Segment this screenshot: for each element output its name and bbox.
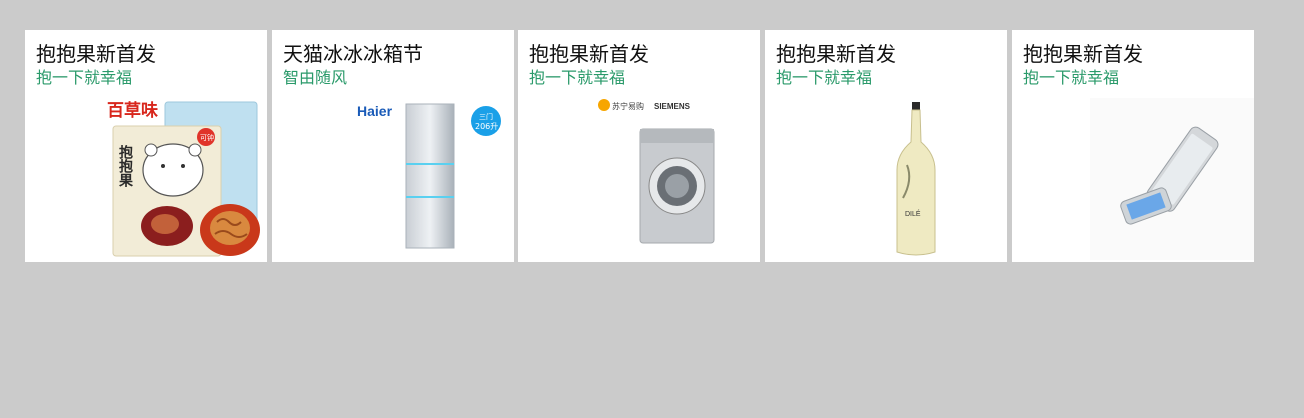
fridge-product-image: Haier 三门 206升 xyxy=(357,103,501,249)
wine-bottle-product-image: DILÉ xyxy=(896,102,936,256)
promo-card-washer[interactable]: 抱抱果新首发 抱一下就幸福 苏宁易购 SIEMENS xyxy=(518,30,760,262)
promo-card-snacks[interactable]: 抱抱果新首发 抱一下就幸福 百草味 抱抱果 可钟 xyxy=(25,30,267,262)
box-badge: 可钟 xyxy=(200,133,214,142)
bottle-label: DILÉ xyxy=(905,209,921,218)
brand-logo: 百草味 xyxy=(107,100,158,120)
capacity-badge-line2: 206升 xyxy=(475,122,498,131)
brand-logo: Haier xyxy=(357,103,393,119)
smartphone-product-image xyxy=(1090,98,1254,260)
capacity-badge-line1: 三门 xyxy=(479,112,493,121)
promo-card-wine[interactable]: 抱抱果新首发 抱一下就幸福 DILÉ xyxy=(765,30,1007,262)
promo-card-phone[interactable]: 抱抱果新首发 抱一下就幸福 xyxy=(1012,30,1254,262)
product-name-text: 抱抱果 xyxy=(117,144,134,188)
washing-machine-product-image: 苏宁易购 SIEMENS xyxy=(598,99,715,244)
brand-logo: SIEMENS xyxy=(654,102,691,111)
snack-box-product-image: 百草味 抱抱果 可钟 xyxy=(107,100,260,257)
promo-card-fridge[interactable]: 天猫冰冰冰箱节 智由随风 Haier 三门 206升 xyxy=(272,30,514,262)
retailer-logo: 苏宁易购 xyxy=(612,101,644,111)
